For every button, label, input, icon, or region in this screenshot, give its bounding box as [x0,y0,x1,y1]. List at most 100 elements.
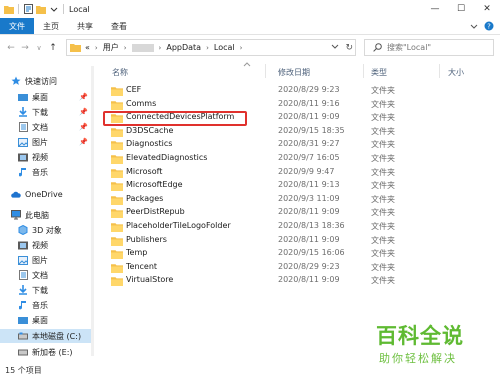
sidebar-item-label: 音乐 [32,167,48,177]
folder-icon [4,4,14,14]
file-type: 文件夹 [371,249,395,259]
recent-locations-button[interactable]: ∨ [32,41,46,55]
breadcrumb-separator: › [206,43,209,52]
sidebar-item-onedrive[interactable]: OneDrive [0,187,94,201]
close-button[interactable]: ✕ [474,0,500,18]
sidebar-item-music-pc[interactable]: 音乐 [0,298,94,312]
file-date: 2020/9/15 18:35 [278,125,345,135]
search-box[interactable]: 搜索"Local" [364,39,494,56]
list-item[interactable]: ElevatedDiagnostics 2020/9/7 16:05 文件夹 [105,152,485,165]
file-name: D3DSCache [126,125,174,135]
list-item[interactable]: Tencent 2020/8/29 9:23 文件夹 [105,261,485,274]
file-type: 文件夹 [371,276,395,286]
column-header-name[interactable]: 名称 [112,64,128,80]
column-header-type[interactable]: 类型 [371,64,387,80]
list-item[interactable]: Temp 2020/9/15 16:06 文件夹 [105,247,485,260]
breadcrumb-users[interactable]: 用户 [103,42,119,53]
watermark: 百科全说 助你轻松解决 [376,320,486,372]
list-item[interactable]: D3DSCache 2020/9/15 18:35 文件夹 [105,125,485,138]
breadcrumb-local[interactable]: Local [214,43,235,52]
file-name: Comms [126,98,157,108]
file-name: PlaceholderTileLogoFolder [126,221,231,230]
sidebar-item-videos-pc[interactable]: 视频 [0,238,94,252]
folder-icon [111,140,123,152]
folder-icon [111,168,123,180]
watermark-subtitle: 助你轻松解决 [379,352,457,365]
music-icon [18,300,28,310]
refresh-button[interactable]: ↻ [345,43,353,53]
list-item[interactable]: Publishers 2020/8/11 9:09 文件夹 [105,234,485,247]
breadcrumb-appdata[interactable]: AppData [166,43,201,52]
sidebar-item-new-volume-e[interactable]: 新加卷 (E:) [0,345,94,359]
breadcrumb-overflow[interactable]: « [85,43,90,52]
sidebar-item-label: 图片 [32,255,48,265]
list-item[interactable]: MicrosoftEdge 2020/8/11 9:13 文件夹 [105,179,485,192]
new-folder-icon[interactable] [36,4,46,14]
column-header-date[interactable]: 修改日期 [278,64,310,80]
list-item[interactable]: CEF 2020/8/29 9:23 文件夹 [105,84,485,97]
list-item[interactable]: VirtualStore 2020/8/11 9:09 文件夹 [105,274,485,287]
back-button[interactable]: ← [4,41,18,55]
sidebar-item-music[interactable]: 音乐 [0,165,94,179]
tab-file[interactable]: 文件 [0,18,34,34]
sidebar-item-downloads-pc[interactable]: 下载 [0,283,94,297]
file-date: 2020/9/9 9:47 [278,166,335,176]
folder-icon [111,195,123,207]
window-title: Local [69,4,90,14]
sidebar-item-label: 文档 [32,122,48,132]
sidebar-item-quick-access[interactable]: 快速访问 [0,74,94,88]
pin-icon: 📌 [79,123,88,131]
folder-icon [111,154,123,166]
expand-ribbon-icon[interactable] [470,23,478,32]
sidebar-item-label: 视频 [32,152,48,162]
folder-icon [111,276,123,288]
help-icon[interactable]: ? [484,21,494,33]
music-icon [18,167,28,177]
address-dropdown-icon[interactable] [331,43,339,52]
sidebar-item-pictures-pc[interactable]: 图片 [0,253,94,267]
customize-toolbar-icon[interactable] [49,4,59,14]
sidebar-item-desktop-pc[interactable]: 桌面 [0,313,94,327]
address-bar[interactable]: « › 用户 › › AppData › Local › ↻ [66,39,356,56]
desktop-icon [18,92,28,102]
breadcrumb-separator: › [239,43,243,52]
file-date: 2020/8/11 9:09 [278,207,340,217]
sidebar-item-documents-pc[interactable]: 文档 [0,268,94,282]
sidebar-item-desktop[interactable]: 桌面 📌 [0,90,94,104]
list-item[interactable]: PlaceholderTileLogoFolder 2020/8/13 18:36… [105,220,485,233]
sidebar-item-this-pc[interactable]: 此电脑 [0,208,94,222]
list-item[interactable]: Microsoft 2020/9/9 9:47 文件夹 [105,166,485,179]
maximize-button[interactable]: ☐ [448,0,474,18]
folder-icon [111,249,123,261]
column-divider [363,64,364,78]
tab-view[interactable]: 查看 [102,18,136,34]
minimize-button[interactable]: — [422,0,448,18]
tab-share[interactable]: 共享 [68,18,102,34]
list-item[interactable]: Diagnostics 2020/8/31 9:27 文件夹 [105,138,485,151]
file-date: 2020/8/11 9:09 [278,275,340,285]
folder-icon [111,222,123,234]
list-item[interactable]: Comms 2020/8/11 9:16 文件夹 [105,98,485,111]
sidebar-item-3d-objects[interactable]: 3D 对象 [0,223,94,237]
navigation-bar: ← → ∨ ↑ « › 用户 › › AppData › Local › ↻ 搜… [0,36,500,60]
folder-icon [111,127,123,139]
column-header-size[interactable]: 大小 [448,64,464,80]
list-item[interactable]: Packages 2020/9/3 11:09 文件夹 [105,193,485,206]
sidebar-item-pictures[interactable]: 图片 📌 [0,135,94,149]
properties-icon[interactable] [23,4,33,14]
sidebar-item-documents[interactable]: 文档 📌 [0,120,94,134]
sidebar-item-downloads[interactable]: 下载 📌 [0,105,94,119]
list-item[interactable]: PeerDistRepub 2020/8/11 9:09 文件夹 [105,206,485,219]
sidebar-item-videos[interactable]: 视频 [0,150,94,164]
sidebar-item-label: 音乐 [32,300,48,310]
file-name: Publishers [126,234,167,244]
forward-button[interactable]: → [18,41,32,55]
file-date: 2020/8/11 9:13 [278,180,340,190]
file-date: 2020/8/11 9:09 [278,234,340,244]
sidebar-scrollbar[interactable] [91,66,94,356]
sidebar-item-label: 本地磁盘 (C:) [32,331,82,341]
sidebar-item-local-disk-c[interactable]: 本地磁盘 (C:) [0,329,94,343]
tab-home[interactable]: 主页 [34,18,68,34]
folder-icon [111,100,123,112]
up-button[interactable]: ↑ [46,41,60,55]
